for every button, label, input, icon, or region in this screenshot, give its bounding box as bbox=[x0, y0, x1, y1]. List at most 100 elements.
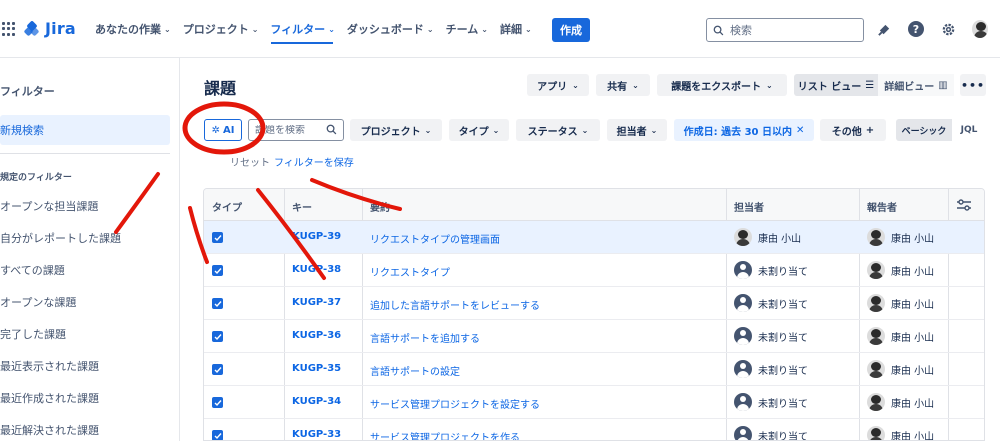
issue-summary-link[interactable]: リクエストタイプ bbox=[370, 264, 450, 279]
nav-your-work[interactable]: あなたの作業 ⌄ bbox=[95, 21, 171, 37]
status-filter[interactable]: ステータス ⌄ bbox=[516, 119, 600, 141]
share-button[interactable]: 共有 ⌄ bbox=[596, 74, 650, 96]
top-navigation: Jira あなたの作業 ⌄ プロジェクト ⌄ フィルター ⌄ ダッシュボード ⌄ チーム… bbox=[0, 0, 1000, 58]
issue-key-link[interactable]: KUGP-33 bbox=[292, 429, 341, 440]
issue-key-link[interactable]: KUGP-38 bbox=[292, 264, 341, 275]
issue-search-input[interactable] bbox=[255, 124, 317, 136]
reporter-cell[interactable]: 康由 小山 bbox=[867, 393, 934, 411]
issue-search[interactable] bbox=[248, 119, 344, 141]
column-header-key[interactable]: キー bbox=[292, 199, 312, 214]
sidebar-item-my-open-issues[interactable]: オープンな担当課題 bbox=[0, 198, 98, 214]
assignee-cell[interactable]: 未割り当て bbox=[734, 393, 808, 411]
nav-dashboards[interactable]: ダッシュボード ⌄ bbox=[347, 21, 434, 37]
column-settings-icon[interactable] bbox=[956, 198, 972, 212]
help-icon[interactable]: ? bbox=[908, 21, 924, 37]
sidebar-item-reported-by-me[interactable]: 自分がレポートした課題 bbox=[0, 230, 121, 246]
column-header-assignee[interactable]: 担当者 bbox=[734, 199, 764, 214]
avatar bbox=[867, 327, 885, 345]
sidebar-item-created-recently[interactable]: 最近作成された課題 bbox=[0, 390, 99, 406]
assignee-cell[interactable]: 未割り当て bbox=[734, 327, 808, 345]
reporter-cell[interactable]: 康由 小山 bbox=[867, 327, 934, 345]
column-header-reporter[interactable]: 報告者 bbox=[867, 199, 897, 214]
project-filter[interactable]: プロジェクト ⌄ bbox=[350, 119, 442, 141]
issue-summary-link[interactable]: リクエストタイプの管理画面 bbox=[370, 231, 500, 246]
nav-more[interactable]: 詳細 ⌄ bbox=[500, 21, 532, 37]
column-header-summary[interactable]: 要約 bbox=[370, 199, 390, 214]
export-issues-button[interactable]: 課題をエクスポート ⌄ bbox=[657, 74, 787, 96]
issue-key-link[interactable]: KUGP-36 bbox=[292, 330, 341, 341]
table-row[interactable]: KUGP-34 サービス管理プロジェクトを設定する 未割り当て 康由 小山 bbox=[204, 386, 984, 419]
primary-nav: あなたの作業 ⌄ プロジェクト ⌄ フィルター ⌄ ダッシュボード ⌄ チーム ⌄ 詳細 ⌄ bbox=[95, 21, 532, 37]
issue-key-link[interactable]: KUGP-39 bbox=[292, 231, 341, 242]
chevron-down-icon: ⌄ bbox=[328, 24, 335, 34]
profile-avatar[interactable] bbox=[972, 20, 988, 38]
task-type-icon bbox=[212, 232, 223, 243]
nav-projects[interactable]: プロジェクト ⌄ bbox=[183, 21, 259, 37]
app-switcher-icon[interactable] bbox=[2, 22, 16, 36]
close-icon[interactable]: ✕ bbox=[796, 125, 804, 136]
issue-summary-link[interactable]: 言語サポートの設定 bbox=[370, 363, 460, 378]
table-row[interactable]: KUGP-37 追加した言語サポートをレビューする 未割り当て 康由 小山 bbox=[204, 287, 984, 320]
assignee-cell[interactable]: 未割り当て bbox=[734, 360, 808, 378]
unassigned-avatar-icon bbox=[734, 327, 752, 345]
ai-search-button[interactable]: ✲ AI bbox=[204, 119, 242, 141]
issues-table: タイプ キー 要約 担当者 報告者 KUGP-39 リクエストタイプの管理画面 … bbox=[203, 188, 985, 441]
sidebar-item-done-issues[interactable]: 完了した課題 bbox=[0, 326, 66, 342]
reporter-cell[interactable]: 康由 小山 bbox=[867, 426, 934, 440]
sidebar-item-viewed-recently[interactable]: 最近表示された課題 bbox=[0, 358, 99, 374]
reset-link[interactable]: リセット bbox=[230, 154, 270, 169]
assignee-cell[interactable]: 康由 小山 bbox=[734, 228, 801, 246]
assignee-filter[interactable]: 担当者 ⌄ bbox=[607, 119, 667, 141]
table-row[interactable]: KUGP-38 リクエストタイプ 未割り当て 康由 小山 bbox=[204, 254, 984, 287]
chevron-down-icon: ⌄ bbox=[424, 125, 432, 135]
issue-key-link[interactable]: KUGP-37 bbox=[292, 297, 341, 308]
logo-text: Jira bbox=[45, 19, 76, 38]
table-row[interactable]: KUGP-39 リクエストタイプの管理画面 康由 小山 康由 小山 bbox=[204, 221, 984, 254]
issue-summary-link[interactable]: サービス管理プロジェクトを設定する bbox=[370, 396, 540, 411]
sidebar-item-new-search[interactable]: 新規検索 bbox=[0, 115, 170, 145]
global-search-input[interactable] bbox=[730, 23, 850, 37]
jira-logo[interactable]: Jira bbox=[23, 19, 76, 38]
settings-gear-icon[interactable] bbox=[940, 21, 956, 37]
nav-filters[interactable]: フィルター ⌄ bbox=[270, 21, 334, 37]
jql-mode-toggle[interactable]: JQL bbox=[952, 119, 986, 141]
sidebar-item-all-issues[interactable]: すべての課題 bbox=[0, 262, 65, 278]
assignee-cell[interactable]: 未割り当て bbox=[734, 261, 808, 279]
avatar bbox=[972, 20, 988, 38]
reporter-cell[interactable]: 康由 小山 bbox=[867, 261, 934, 279]
chevron-down-icon: ⌄ bbox=[524, 24, 532, 34]
issue-key-link[interactable]: KUGP-35 bbox=[292, 363, 341, 374]
task-type-icon bbox=[212, 430, 223, 440]
list-view-button[interactable]: リスト ビュー ☰ bbox=[794, 74, 878, 96]
issue-summary-link[interactable]: 追加した言語サポートをレビューする bbox=[370, 297, 540, 312]
basic-mode-toggle[interactable]: ベーシック bbox=[896, 119, 952, 141]
filters-sidebar: フィルター 新規検索 規定のフィルター オープンな担当課題 自分がレポートした課… bbox=[0, 58, 180, 441]
avatar bbox=[867, 261, 885, 279]
issue-summary-link[interactable]: 言語サポートを追加する bbox=[370, 330, 480, 345]
column-header-type[interactable]: タイプ bbox=[212, 199, 242, 214]
detail-view-button[interactable]: 詳細ビュー ▥ bbox=[878, 74, 954, 96]
global-search[interactable] bbox=[706, 18, 864, 42]
type-filter[interactable]: タイプ ⌄ bbox=[449, 119, 509, 141]
table-row[interactable]: KUGP-33 サービス管理プロジェクトを作る 未割り当て 康由 小山 bbox=[204, 419, 984, 440]
assignee-cell[interactable]: 未割り当て bbox=[734, 294, 808, 312]
issue-key-link[interactable]: KUGP-34 bbox=[292, 396, 341, 407]
more-filters-button[interactable]: その他 + bbox=[820, 119, 886, 141]
nav-teams[interactable]: チーム ⌄ bbox=[446, 21, 488, 37]
more-actions-button[interactable]: ••• bbox=[960, 74, 986, 96]
create-button[interactable]: 作成 bbox=[552, 18, 590, 42]
table-row[interactable]: KUGP-35 言語サポートの設定 未割り当て 康由 小山 bbox=[204, 353, 984, 386]
reporter-cell[interactable]: 康由 小山 bbox=[867, 360, 934, 378]
save-filter-link[interactable]: フィルターを保存 bbox=[274, 154, 354, 169]
notification-icon[interactable] bbox=[876, 21, 892, 37]
issue-summary-link[interactable]: サービス管理プロジェクトを作る bbox=[370, 429, 520, 440]
reporter-cell[interactable]: 康由 小山 bbox=[867, 294, 934, 312]
table-row[interactable]: KUGP-36 言語サポートを追加する 未割り当て 康由 小山 bbox=[204, 320, 984, 353]
assignee-cell[interactable]: 未割り当て bbox=[734, 426, 808, 440]
task-type-icon bbox=[212, 364, 223, 375]
sidebar-item-resolved-recently[interactable]: 最近解決された課題 bbox=[0, 422, 99, 438]
reporter-cell[interactable]: 康由 小山 bbox=[867, 228, 934, 246]
apps-button[interactable]: アプリ ⌄ bbox=[527, 74, 589, 96]
created-date-filter[interactable]: 作成日: 過去 30 日以内 ✕ bbox=[674, 119, 814, 141]
sidebar-item-open-issues[interactable]: オープンな課題 bbox=[0, 294, 76, 310]
